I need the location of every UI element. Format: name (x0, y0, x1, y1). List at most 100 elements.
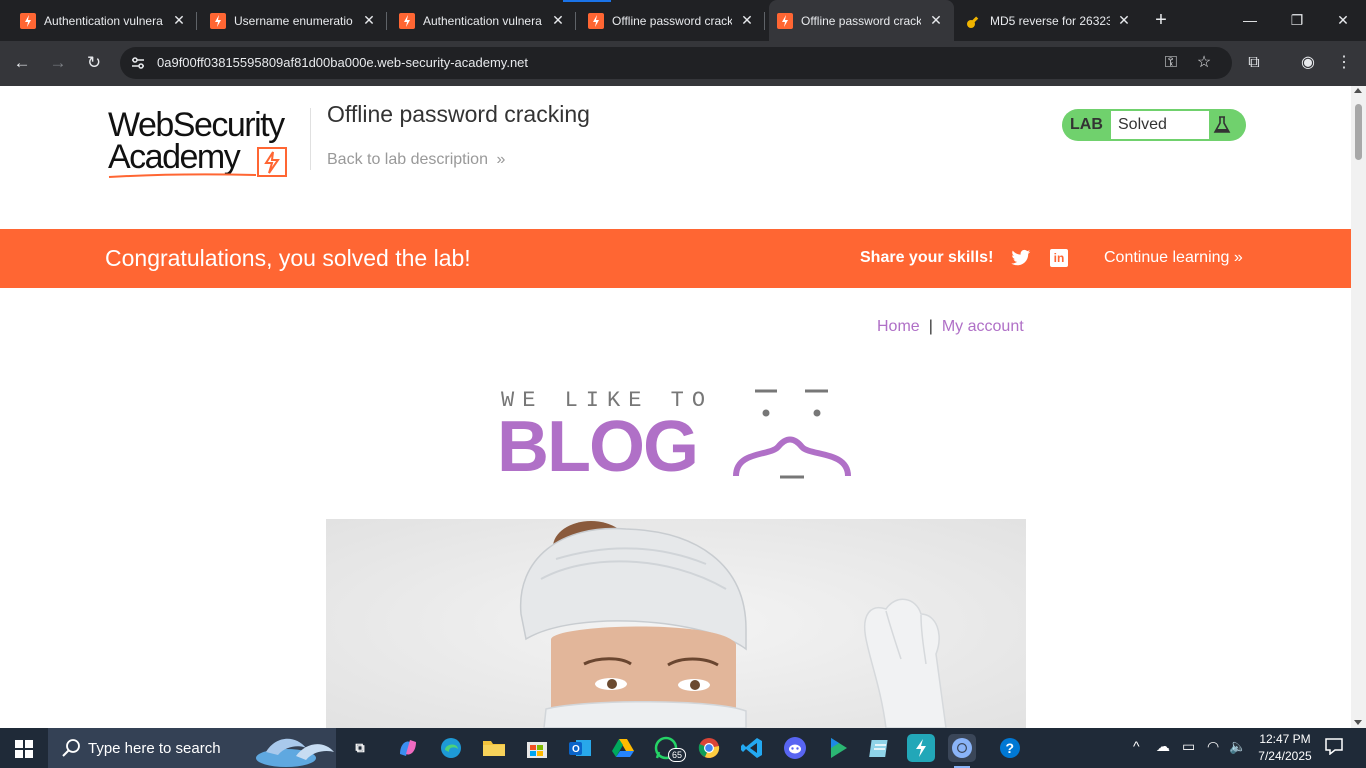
whatsapp-icon[interactable]: 65 (652, 734, 686, 762)
scroll-up-arrow-icon[interactable] (1354, 88, 1362, 93)
tab-title: Offline password crack (612, 13, 732, 28)
minimize-icon[interactable]: — (1238, 10, 1262, 30)
burp-favicon-icon (20, 12, 36, 29)
tab-close-icon[interactable]: ✕ (550, 12, 566, 28)
profile-icon[interactable]: ◉ (1297, 52, 1319, 74)
blog-navigation: Home | My account (877, 318, 1024, 336)
blog-face-icon (733, 389, 851, 479)
browser-tab[interactable]: MD5 reverse for 26323 ✕ (946, 0, 1142, 41)
notifications-icon[interactable] (1325, 737, 1343, 758)
reload-icon[interactable]: ↻ (83, 52, 105, 74)
web-page: WebSecurity Academy Offline password cra… (0, 86, 1351, 728)
nav-home-link[interactable]: Home (877, 318, 920, 335)
microsoft-store-icon[interactable] (523, 734, 551, 762)
browser-tab-active[interactable]: Offline password crack ✕ (769, 0, 954, 41)
onedrive-icon[interactable]: ☁ (1156, 738, 1170, 755)
web-security-academy-logo[interactable]: WebSecurity Academy (108, 106, 308, 180)
tab-title: Username enumeratio (234, 13, 353, 28)
linkedin-icon[interactable]: in (1050, 249, 1068, 267)
vscode-icon[interactable] (738, 734, 766, 762)
back-arrow-icon[interactable]: ← (11, 52, 33, 74)
wifi-icon[interactable]: ◠ (1207, 738, 1219, 755)
tab-close-icon[interactable]: ✕ (171, 12, 187, 28)
search-icon (62, 739, 80, 757)
tab-title: Authentication vulnera (44, 13, 163, 28)
blog-post-image[interactable] (326, 519, 1026, 728)
menu-kebab-icon[interactable]: ⋮ (1333, 52, 1355, 74)
lab-status-widget: LAB Solved (1062, 109, 1246, 141)
scroll-down-arrow-icon[interactable] (1354, 720, 1362, 725)
tab-close-icon[interactable]: ✕ (361, 12, 377, 28)
search-highlight-dolphins-icon (256, 738, 334, 767)
browser-tab-bar: Authentication vulnera ✕ Username enumer… (0, 0, 1366, 41)
svg-text:?: ? (1006, 740, 1015, 756)
tab-close-icon[interactable]: ✕ (928, 12, 944, 28)
battery-icon[interactable]: ▭ (1182, 738, 1195, 755)
tab-close-icon[interactable]: ✕ (1116, 12, 1132, 28)
svg-text:O: O (572, 744, 580, 755)
url-text: 0a9f00ff03815595809af81d00ba000e.web-sec… (157, 55, 529, 70)
browser-tab[interactable]: Authentication vulnera ✕ (0, 0, 197, 41)
blog-logo: WE LIKE TO BLOG (490, 381, 860, 487)
back-link-label: Back to lab description (327, 151, 488, 168)
burp-suite-icon[interactable] (907, 734, 935, 762)
discord-icon[interactable] (781, 734, 809, 762)
key-favicon-icon (966, 13, 982, 29)
solved-banner: Congratulations, you solved the lab! Sha… (0, 229, 1351, 288)
chrome-active-icon[interactable] (948, 734, 976, 768)
volume-icon[interactable]: 🔈 (1229, 738, 1246, 755)
tab-title: MD5 reverse for 26323 (990, 13, 1110, 28)
close-window-icon[interactable]: ✕ (1331, 10, 1355, 30)
header-divider (310, 108, 311, 170)
browser-tab[interactable]: Authentication vulnera ✕ (379, 0, 576, 41)
tab-indicator (563, 0, 611, 2)
nav-separator: | (928, 318, 933, 335)
media-player-icon[interactable] (824, 734, 852, 762)
bookmark-star-icon[interactable]: ☆ (1193, 52, 1215, 74)
twitter-icon[interactable] (1011, 249, 1031, 267)
blog-title: BLOG (497, 407, 699, 487)
tab-close-icon[interactable]: ✕ (739, 12, 755, 28)
help-icon[interactable]: ? (996, 734, 1024, 762)
restore-icon[interactable]: ❐ (1285, 10, 1309, 30)
clock-time: 12:47 PM (1259, 732, 1311, 746)
search-placeholder: Type here to search (88, 740, 221, 757)
browser-tab[interactable]: Username enumeratio ✕ (190, 0, 387, 41)
logo-text-line2: Academy (108, 138, 241, 176)
browser-tab[interactable]: Offline password crack ✕ (568, 0, 765, 41)
outlook-icon[interactable]: O (566, 734, 594, 762)
tab-search-icon[interactable]: ⧉ (1243, 52, 1265, 74)
logo-underline (108, 173, 257, 178)
burp-favicon-icon (777, 12, 793, 29)
flask-icon (1213, 116, 1231, 133)
lab-status-text: Solved (1111, 111, 1209, 139)
system-clock[interactable]: 12:47 PM 7/24/2025 (1254, 731, 1316, 765)
copilot-icon[interactable] (394, 734, 422, 762)
page-scrollbar[interactable] (1351, 86, 1366, 728)
lab-badge: LAB (1070, 116, 1103, 133)
nav-my-account-link[interactable]: My account (942, 318, 1024, 335)
logo-bolt-icon (257, 147, 287, 177)
scrollbar-thumb[interactable] (1355, 104, 1362, 160)
file-explorer-icon[interactable] (480, 734, 508, 762)
address-bar[interactable]: 0a9f00ff03815595809af81d00ba000e.web-sec… (120, 47, 1232, 79)
google-drive-icon[interactable] (609, 734, 637, 762)
back-to-lab-description-link[interactable]: Back to lab description » (327, 151, 505, 169)
task-view-icon[interactable]: ⧉ (346, 734, 374, 762)
taskbar-search-box[interactable]: Type here to search (48, 728, 336, 768)
chrome-icon[interactable] (695, 734, 723, 762)
forward-arrow-icon[interactable]: → (47, 52, 69, 74)
tab-title: Authentication vulnera (423, 13, 542, 28)
windows-start-icon[interactable] (15, 740, 33, 758)
site-settings-icon[interactable] (130, 55, 146, 71)
burp-favicon-icon (399, 12, 415, 29)
password-key-icon[interactable]: ⚿ (1160, 52, 1182, 74)
browser-toolbar: ← → ↻ 0a9f00ff03815595809af81d00ba000e.w… (0, 41, 1366, 86)
continue-learning-link[interactable]: Continue learning » (1104, 249, 1243, 267)
clock-date: 7/24/2025 (1258, 749, 1312, 763)
new-tab-icon[interactable]: + (1150, 10, 1172, 32)
edge-icon[interactable] (437, 734, 465, 762)
notepad-icon[interactable] (866, 734, 894, 762)
show-hidden-icons-chevron-icon[interactable]: ^ (1133, 738, 1140, 754)
whatsapp-unread-badge: 65 (668, 748, 686, 762)
